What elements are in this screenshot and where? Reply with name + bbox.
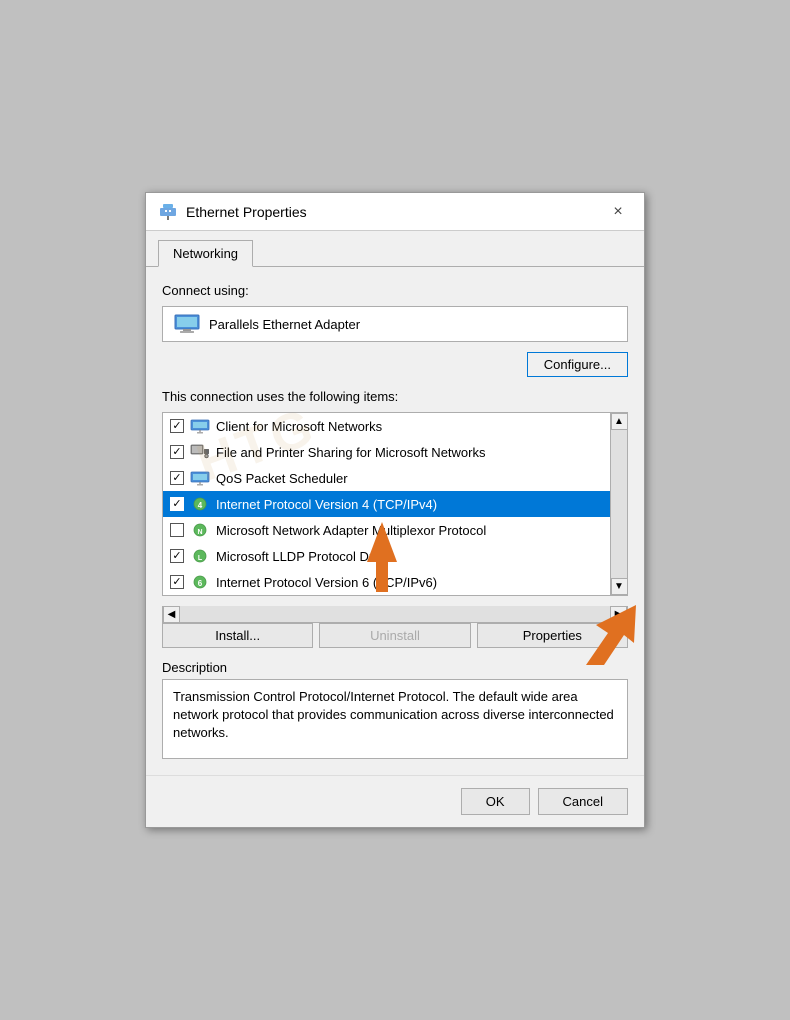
list-item[interactable]: 6 Internet Protocol Version 6 (TCP/IPv6): [163, 569, 610, 595]
adapter-icon: [173, 313, 201, 335]
items-list-container: Client for Microsoft Networks: [162, 412, 628, 596]
list-item-selected[interactable]: 4 Internet Protocol Version 4 (TCP/IPv4): [163, 491, 610, 517]
checkbox-1[interactable]: [170, 445, 184, 459]
protocol-icon-6: 6: [190, 574, 210, 590]
scroll-track: [611, 430, 627, 578]
network-icon-2: [190, 470, 210, 486]
checkbox-6[interactable]: [170, 575, 184, 589]
scroll-right-arrow[interactable]: ▶: [610, 606, 627, 623]
items-list: Client for Microsoft Networks: [163, 413, 610, 595]
item-label-0: Client for Microsoft Networks: [216, 419, 382, 434]
protocol-icon-5: L: [190, 548, 210, 564]
vertical-scrollbar[interactable]: ▲ ▼: [610, 413, 627, 595]
checkbox-3[interactable]: [170, 497, 184, 511]
cancel-button[interactable]: Cancel: [538, 788, 628, 815]
svg-text:L: L: [198, 555, 203, 562]
title-bar-left: Ethernet Properties: [158, 202, 307, 222]
scroll-up-arrow[interactable]: ▲: [611, 413, 628, 430]
protocol-icon-3: 4: [190, 496, 210, 512]
configure-button[interactable]: Configure...: [527, 352, 628, 377]
tab-networking[interactable]: Networking: [158, 240, 253, 267]
list-item[interactable]: File and Printer Sharing for Microsoft N…: [163, 439, 610, 465]
list-item[interactable]: QoS Packet Scheduler: [163, 465, 610, 491]
items-label: This connection uses the following items…: [162, 389, 628, 404]
install-button[interactable]: Install...: [162, 623, 313, 648]
adapter-box: Parallels Ethernet Adapter: [162, 306, 628, 342]
item-label-4: Microsoft Network Adapter Multiplexor Pr…: [216, 523, 486, 538]
dialog-footer: OK Cancel: [146, 775, 644, 827]
dialog-content: Connect using: Parallels Ethernet Adapte…: [146, 267, 644, 775]
checkbox-4[interactable]: [170, 523, 184, 537]
list-item[interactable]: Client for Microsoft Networks: [163, 413, 610, 439]
checkbox-2[interactable]: [170, 471, 184, 485]
checkbox-5[interactable]: [170, 549, 184, 563]
svg-text:N: N: [197, 529, 202, 536]
items-list-wrapper: Client for Microsoft Networks: [162, 412, 628, 623]
item-label-2: QoS Packet Scheduler: [216, 471, 348, 486]
description-label: Description: [162, 660, 628, 675]
protocol-icon-4: N: [190, 522, 210, 538]
ethernet-properties-dialog: HTG Ethernet Properties × Networking: [145, 192, 645, 828]
network-icon-0: [190, 418, 210, 434]
configure-row: Configure...: [162, 352, 628, 377]
horizontal-scrollbar[interactable]: ◀ ▶: [162, 606, 628, 623]
list-item[interactable]: L Microsoft LLDP Protocol Driver: [163, 543, 610, 569]
item-label-1: File and Printer Sharing for Microsoft N…: [216, 445, 485, 460]
checkbox-0[interactable]: [170, 419, 184, 433]
svg-text:6: 6: [198, 579, 203, 588]
description-text: Transmission Control Protocol/Internet P…: [173, 689, 614, 740]
description-box: Transmission Control Protocol/Internet P…: [162, 679, 628, 759]
uninstall-button[interactable]: Uninstall: [319, 623, 470, 648]
ethernet-icon: [158, 202, 178, 222]
item-label-3: Internet Protocol Version 4 (TCP/IPv4): [216, 497, 437, 512]
tab-bar: Networking: [146, 231, 644, 267]
connect-using-label: Connect using:: [162, 283, 628, 298]
button-row: Install... Uninstall Properties: [162, 623, 628, 648]
title-bar: Ethernet Properties ×: [146, 193, 644, 231]
window-title: Ethernet Properties: [186, 204, 307, 220]
item-label-6: Internet Protocol Version 6 (TCP/IPv6): [216, 575, 437, 590]
scroll-left-arrow[interactable]: ◀: [163, 606, 180, 623]
scroll-down-arrow[interactable]: ▼: [611, 578, 628, 595]
close-button[interactable]: ×: [604, 200, 632, 224]
svg-text:4: 4: [198, 501, 203, 510]
list-item[interactable]: N Microsoft Network Adapter Multiplexor …: [163, 517, 610, 543]
item-label-5: Microsoft LLDP Protocol Driver: [216, 549, 394, 564]
properties-button[interactable]: Properties: [477, 623, 628, 648]
ok-button[interactable]: OK: [461, 788, 530, 815]
horiz-track: [180, 606, 610, 622]
network-icon-1: [190, 444, 210, 460]
adapter-name: Parallels Ethernet Adapter: [209, 317, 360, 332]
